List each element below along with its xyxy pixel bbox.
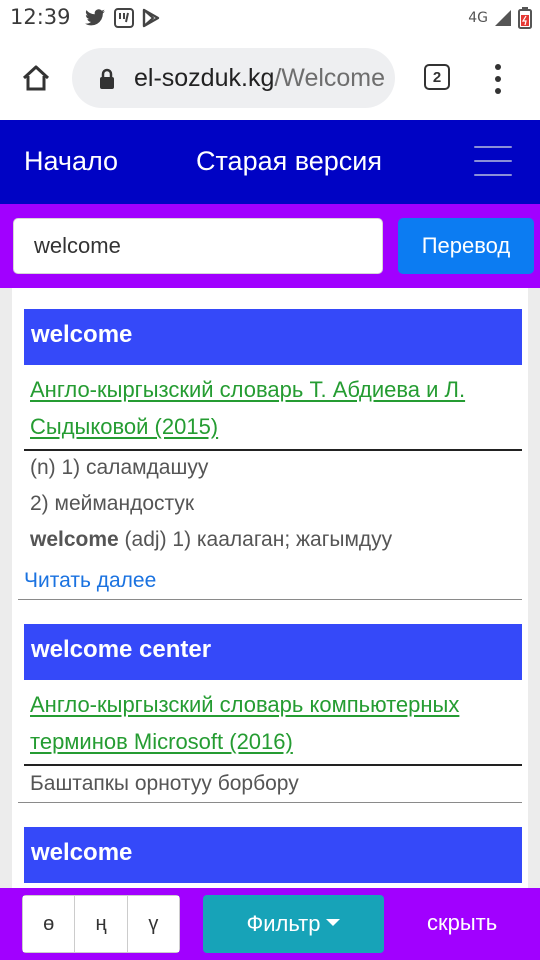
status-bar: 12:39 4G xyxy=(0,0,540,36)
special-letters-keypad: ө ң ү xyxy=(22,895,180,953)
site-navbar: Начало Старая версия xyxy=(0,120,540,204)
results-card: welcome Англо-кыргызский словарь Т. Абди… xyxy=(12,288,528,888)
signal-icon xyxy=(495,10,511,26)
entry-definition-line: welcome (adj) 1) каалаган; жагымдуу xyxy=(30,528,393,551)
search-input[interactable] xyxy=(13,218,383,274)
bottom-toolbar: ө ң ү Фильтр скрыть xyxy=(0,888,540,960)
entry-definition-line: 2) меймандостук xyxy=(30,492,195,515)
battery-icon xyxy=(518,7,532,29)
entry-title: welcome xyxy=(24,309,522,365)
browser-toolbar: el-sozduk.kg/Welcome 2 xyxy=(0,36,540,120)
filter-label: Фильтр xyxy=(246,911,321,936)
entry-source-link[interactable]: Англо-кыргызский словарь Т. Абдиева и Л.… xyxy=(30,371,518,445)
letter-key[interactable]: ө xyxy=(23,896,76,952)
search-bar: Перевод xyxy=(0,204,540,288)
entry-separator xyxy=(18,802,522,803)
entry-definition-line: Баштапкы орнотуу борбору xyxy=(30,772,299,795)
home-button[interactable] xyxy=(18,60,54,96)
twitter-icon xyxy=(85,9,105,26)
hamburger-menu-icon[interactable] xyxy=(474,146,512,176)
home-icon xyxy=(22,65,50,91)
read-more-link[interactable]: Читать далее xyxy=(24,569,156,593)
nav-old-version-link[interactable]: Старая версия xyxy=(196,146,382,177)
menu-dot xyxy=(495,64,501,70)
entry-source-link[interactable]: Англо-кыргызский словарь компьютерных те… xyxy=(30,686,518,760)
entry-divider xyxy=(24,764,522,766)
letter-key[interactable]: ү xyxy=(127,896,179,952)
status-time: 12:39 xyxy=(10,5,71,29)
network-label: 4G xyxy=(468,10,488,26)
caret-down-icon xyxy=(326,918,341,926)
menu-dot xyxy=(495,88,501,94)
letter-key[interactable]: ң xyxy=(75,896,128,952)
url-domain: el-sozduk.kg xyxy=(134,64,275,92)
browser-menu-button[interactable] xyxy=(486,64,510,94)
entry-definition-line: (n) 1) саламдашуу xyxy=(30,456,209,479)
lock-icon xyxy=(100,68,114,89)
translate-button[interactable]: Перевод xyxy=(398,218,534,274)
tab-count: 2 xyxy=(432,68,442,86)
entry-separator xyxy=(18,599,522,600)
url-path: /Welcome xyxy=(274,64,384,92)
entry-title: welcome xyxy=(24,827,522,883)
filter-dropdown-button[interactable]: Фильтр xyxy=(203,895,384,953)
notification-icons xyxy=(84,8,160,28)
nav-home-link[interactable]: Начало xyxy=(24,146,118,177)
url-text: el-sozduk.kg/Welcome xyxy=(134,64,384,93)
tab-switcher-button[interactable]: 2 xyxy=(424,64,450,90)
status-right: 4G xyxy=(468,7,532,29)
entry-divider xyxy=(24,449,522,451)
notification-icon xyxy=(114,8,134,28)
entry-title: welcome center xyxy=(24,624,522,680)
play-store-icon xyxy=(142,8,160,28)
hide-link[interactable]: скрыть xyxy=(427,910,497,936)
results-area[interactable]: welcome Англо-кыргызский словарь Т. Абди… xyxy=(0,288,540,888)
address-bar[interactable]: el-sozduk.kg/Welcome xyxy=(72,48,395,108)
menu-dot xyxy=(495,76,501,82)
